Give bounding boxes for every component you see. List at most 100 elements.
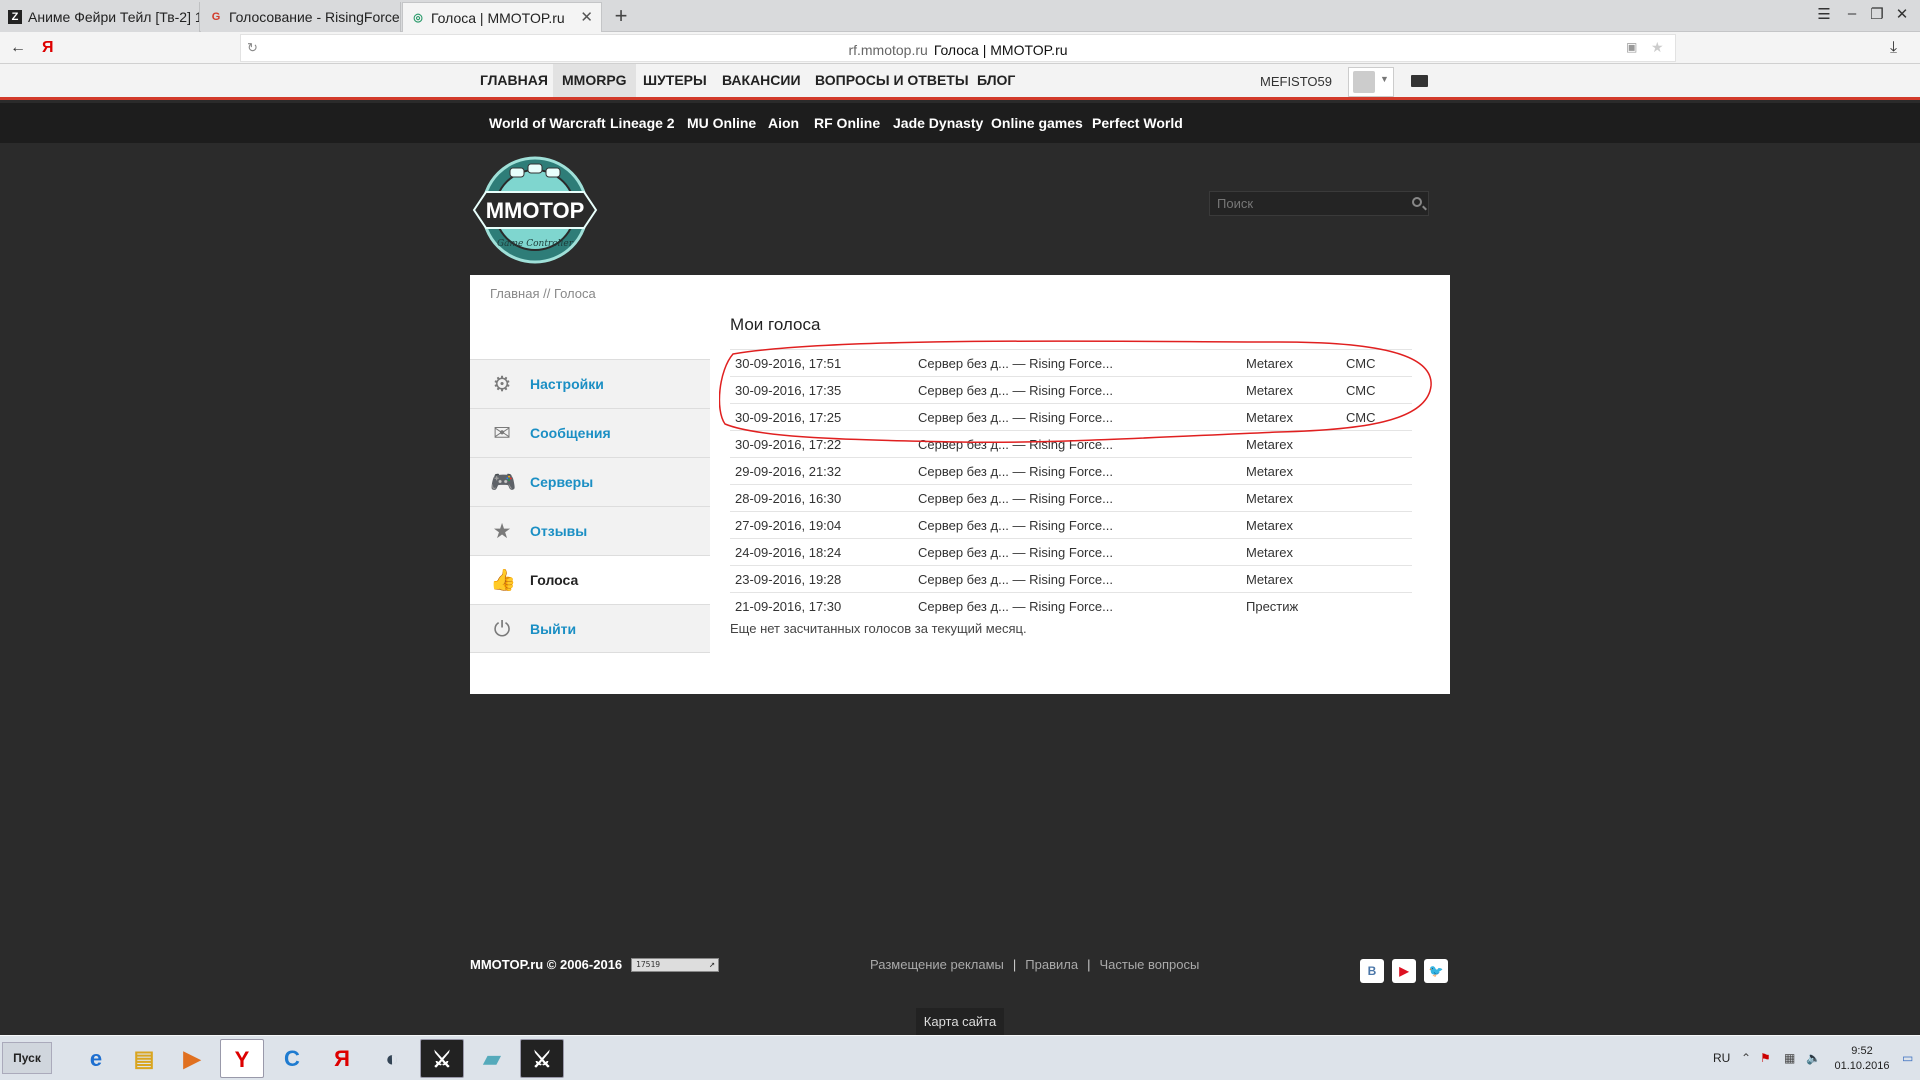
envelope-icon: ✉ (493, 422, 511, 445)
sidebar-item-settings[interactable]: ⚙ Настройки (470, 359, 710, 408)
vote-server: Сервер без д... — Rising Force... (918, 430, 1246, 458)
close-window-icon[interactable]: ✕ (1890, 5, 1914, 23)
media-player-icon[interactable]: ▶ (170, 1039, 214, 1078)
subnav-item[interactable]: World of Warcraft (489, 115, 606, 131)
tab-title: Аниме Фейри Тейл [Тв-2] 1 (28, 9, 200, 25)
download-icon[interactable]: ⤓ (1890, 39, 1897, 57)
vote-server-name: Metarex (1246, 403, 1346, 431)
footer-link-rules[interactable]: Правила (1025, 957, 1078, 972)
folder-icon[interactable]: ▤ (122, 1039, 166, 1078)
footer-link-faq[interactable]: Частые вопросы (1099, 957, 1199, 972)
sidebar-item-reviews[interactable]: ★ Отзывы (470, 506, 710, 555)
taskbar-clock[interactable]: 9:52 01.10.2016 (1826, 1044, 1898, 1074)
vote-row: 30-09-2016, 17:35 Сервер без д... — Risin… (730, 376, 1412, 404)
sidebar-item-logout[interactable]: ⏻ Выйти (470, 604, 710, 653)
start-button[interactable]: Пуск (2, 1042, 52, 1074)
site-top-nav: ГЛАВНАЯ MMORPG ШУТЕРЫ ВАКАНСИИ ВОПРОСЫ И… (0, 64, 1920, 100)
lock-icon[interactable]: ▣ (1626, 40, 1637, 54)
vk-icon[interactable]: В (1360, 959, 1384, 983)
site-logo[interactable]: MMOTOP Game Controller (472, 154, 598, 266)
avatar[interactable]: ▼ (1348, 67, 1394, 97)
sitemap-link[interactable]: Карта сайта (916, 1008, 1004, 1035)
restore-icon[interactable]: ❐ (1865, 5, 1889, 23)
notepad-icon[interactable]: ▰ (470, 1039, 514, 1078)
clock-date: 01.10.2016 (1834, 1060, 1890, 1072)
vote-type (1346, 565, 1412, 593)
subnav-item[interactable]: Perfect World (1092, 115, 1183, 131)
vote-type (1346, 457, 1412, 485)
username[interactable]: MEFISTO59 (1260, 74, 1332, 89)
vote-server: Сервер без д... — Rising Force... (918, 484, 1246, 512)
subnav-item[interactable]: Lineage 2 (610, 115, 675, 131)
vote-date: 30-09-2016, 17:22 (730, 430, 918, 458)
search-box (1209, 191, 1429, 216)
yandex-browser-icon[interactable]: Y (220, 1039, 264, 1078)
vote-server-name: Metarex (1246, 430, 1346, 458)
visitor-counter[interactable]: 17519 (631, 958, 719, 972)
network-icon[interactable]: ▦ (1784, 1051, 1795, 1065)
vote-type (1346, 484, 1412, 512)
vote-server: Сервер без д... — Rising Force... (918, 538, 1246, 566)
vote-type (1346, 511, 1412, 539)
vote-type (1346, 538, 1412, 566)
mail-icon[interactable] (1411, 75, 1428, 87)
youtube-icon[interactable]: ▶ (1392, 959, 1416, 983)
sidebar-item-label: Серверы (530, 474, 594, 490)
search-input[interactable] (1210, 192, 1400, 215)
yandex-logo-icon[interactable]: Я (42, 39, 54, 57)
menu-icon[interactable]: ☰ (1812, 5, 1836, 23)
show-desktop-icon[interactable]: ▭ (1902, 1051, 1913, 1065)
internet-explorer-icon[interactable]: e (74, 1039, 118, 1078)
mmotop-logo-icon: MMOTOP Game Controller (472, 156, 598, 264)
browser-tab[interactable]: Z Аниме Фейри Тейл [Тв-2] 1 (0, 2, 200, 32)
topnav-qa[interactable]: ВОПРОСЫ И ОТВЕТЫ (806, 64, 978, 97)
game-client-icon[interactable]: ⚔ (420, 1039, 464, 1078)
vote-server-name: Metarex (1246, 376, 1346, 404)
subnav-item[interactable]: RF Online (814, 115, 880, 131)
subnav-item[interactable]: Jade Dynasty (893, 115, 983, 131)
vote-server-name: Metarex (1246, 349, 1346, 377)
ccleaner-icon[interactable]: C (270, 1039, 314, 1078)
volume-icon[interactable]: 🔈 (1806, 1051, 1821, 1065)
topnav-blog[interactable]: БЛОГ (968, 64, 1024, 97)
teamspeak-icon[interactable]: ◐ (370, 1039, 414, 1078)
subnav-item[interactable]: Online games (991, 115, 1083, 131)
tray-expand-icon[interactable]: ⌃ (1741, 1051, 1751, 1065)
topnav-shooters[interactable]: ШУТЕРЫ (634, 64, 716, 97)
new-tab-button[interactable]: + (608, 3, 634, 29)
game-launcher-icon[interactable]: ⚔ (520, 1039, 564, 1078)
minimize-icon[interactable]: – (1840, 5, 1864, 22)
sidebar-item-label: Отзывы (530, 523, 588, 539)
search-icon[interactable] (1412, 197, 1422, 207)
votes-table: 30-09-2016, 17:51 Сервер без д... — Risin… (730, 349, 1412, 620)
svg-text:MMOTOP: MMOTOP (486, 198, 585, 223)
network-warning-icon[interactable]: ⚑ (1760, 1051, 1771, 1065)
tab-favicon-icon: G (211, 11, 221, 23)
subnav-item[interactable]: Aion (768, 115, 799, 131)
vote-type (1346, 592, 1412, 620)
vote-date: 29-09-2016, 21:32 (730, 457, 918, 485)
keyboard-language[interactable]: RU (1713, 1051, 1730, 1065)
close-tab-icon[interactable]: ✕ (580, 3, 593, 32)
sidebar-item-votes[interactable]: 👍 Голоса (470, 555, 710, 604)
yandex-icon[interactable]: Я (320, 1039, 364, 1078)
tab-title: Голоса | MMOTOP.ru (431, 10, 565, 26)
bookmark-star-icon[interactable]: ★ (1651, 39, 1664, 56)
browser-tab-active[interactable]: ◎ Голоса | MMOTOP.ru ✕ (402, 2, 602, 32)
topnav-home[interactable]: ГЛАВНАЯ (471, 64, 557, 97)
footer-separator: | (1087, 957, 1091, 972)
topnav-vacancies[interactable]: ВАКАНСИИ (713, 64, 810, 97)
twitter-icon[interactable]: 🐦 (1424, 959, 1448, 983)
footer-link-ads[interactable]: Размещение рекламы (870, 957, 1004, 972)
vote-type: СМС (1346, 376, 1412, 404)
vote-server-name: Metarex (1246, 511, 1346, 539)
sidebar-item-messages[interactable]: ✉ Сообщения (470, 408, 710, 457)
address-field[interactable]: ↻ rf.mmotop.ru Голоса | MMOTOP.ru ▣ ★ (240, 34, 1676, 62)
topnav-mmorpg[interactable]: MMORPG (553, 64, 636, 97)
sidebar-item-servers[interactable]: 🎮 Серверы (470, 457, 710, 506)
browser-tab[interactable]: G Голосование - RisingForceO (201, 2, 401, 32)
breadcrumb-home-link[interactable]: Главная (490, 286, 539, 301)
vote-row: 29-09-2016, 21:32 Сервер без д... — Risin… (730, 457, 1412, 485)
subnav-item[interactable]: MU Online (687, 115, 756, 131)
back-arrow-icon[interactable]: ← (10, 39, 26, 57)
